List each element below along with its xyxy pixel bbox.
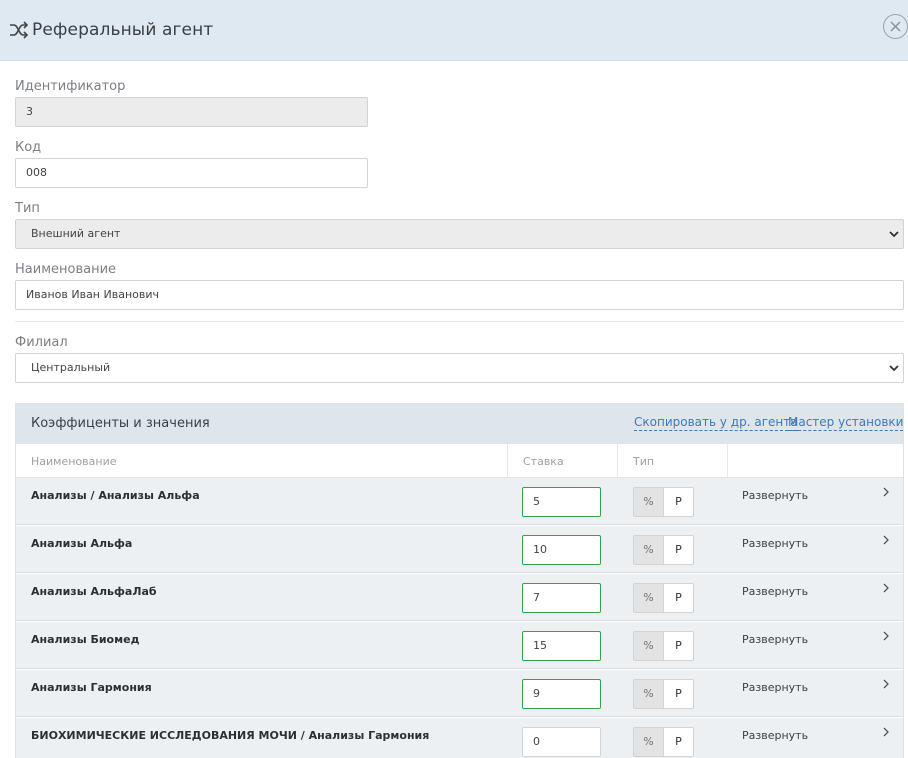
close-icon [890, 21, 901, 32]
percent-toggle-button[interactable]: % [633, 535, 664, 565]
rate-input[interactable]: 15 [522, 631, 601, 661]
row-name: Анализы Гармония [31, 681, 152, 694]
branch-select[interactable]: Центральный [15, 353, 904, 383]
percent-toggle-button[interactable]: % [633, 487, 664, 517]
ruble-toggle-button[interactable]: Р [663, 487, 694, 517]
panel-header: Коэффиценты и значения Скопировать у др.… [16, 404, 903, 444]
ruble-toggle-button[interactable]: Р [663, 727, 694, 757]
ruble-toggle-button[interactable]: Р [663, 535, 694, 565]
modal-header: Реферальный агент [0, 0, 908, 61]
id-field: 3 [15, 97, 368, 127]
branch-select-value: Центральный [31, 361, 111, 374]
setup-wizard-link[interactable]: Мастер установки [788, 415, 903, 431]
shuffle-icon [9, 21, 29, 39]
expand-link[interactable]: Развернуть [742, 633, 808, 646]
column-header-name: Наименование [31, 455, 117, 468]
rate-input[interactable]: 9 [522, 679, 601, 709]
table-row: Анализы Гармония 9 % Р Развернуть [16, 670, 903, 717]
chevron-right-icon[interactable] [882, 727, 890, 737]
chevron-down-icon [889, 365, 899, 372]
rate-input[interactable]: 5 [522, 487, 601, 517]
table-row: Анализы Биомед 15 % Р Развернуть [16, 622, 903, 669]
panel-title: Коэффиценты и значения [31, 416, 210, 431]
ruble-toggle-button[interactable]: Р [663, 631, 694, 661]
expand-link[interactable]: Развернуть [742, 729, 808, 742]
table-row: Анализы / Анализы Альфа 5 % Р Развернуть [16, 478, 903, 525]
ruble-toggle-button[interactable]: Р [663, 583, 694, 613]
divider [15, 321, 904, 322]
table-header: Наименование Ставка Тип [16, 444, 903, 478]
expand-link[interactable]: Развернуть [742, 681, 808, 694]
column-header-rate: Ставка [523, 455, 564, 468]
type-select[interactable]: Внешний агент [15, 219, 904, 249]
column-separator [617, 444, 618, 478]
row-name: Анализы АльфаЛаб [31, 585, 157, 598]
expand-link[interactable]: Развернуть [742, 489, 808, 502]
chevron-right-icon[interactable] [882, 583, 890, 593]
id-label: Идентификатор [15, 79, 126, 94]
close-button[interactable] [883, 14, 908, 39]
expand-link[interactable]: Развернуть [742, 585, 808, 598]
table-row: Анализы Альфа 10 % Р Развернуть [16, 526, 903, 573]
chevron-right-icon[interactable] [882, 535, 890, 545]
row-name: Анализы / Анализы Альфа [31, 489, 200, 502]
column-header-type: Тип [633, 455, 655, 468]
percent-toggle-button[interactable]: % [633, 583, 664, 613]
percent-toggle-button[interactable]: % [633, 631, 664, 661]
code-field[interactable]: 008 [15, 158, 368, 188]
row-name: Анализы Биомед [31, 633, 140, 646]
row-name: БИОХИМИЧЕСКИЕ ИССЛЕДОВАНИЯ МОЧИ / Анализ… [31, 729, 430, 742]
rate-input[interactable]: 7 [522, 583, 601, 613]
column-separator [727, 444, 728, 478]
code-label: Код [15, 140, 42, 155]
rate-input[interactable]: 10 [522, 535, 601, 565]
rate-input[interactable]: 0 [522, 727, 601, 757]
ruble-toggle-button[interactable]: Р [663, 679, 694, 709]
branch-label: Филиал [15, 335, 68, 350]
chevron-down-icon [889, 231, 899, 238]
name-label: Наименование [15, 262, 117, 277]
percent-toggle-button[interactable]: % [633, 727, 664, 757]
table-row: Анализы АльфаЛаб 7 % Р Развернуть [16, 574, 903, 621]
expand-link[interactable]: Развернуть [742, 537, 808, 550]
type-label: Тип [15, 201, 40, 216]
chevron-right-icon[interactable] [882, 631, 890, 641]
chevron-right-icon[interactable] [882, 679, 890, 689]
copy-from-agent-link[interactable]: Скопировать у др. агента [634, 415, 798, 431]
column-separator [507, 444, 508, 478]
modal-title: Реферальный агент [32, 20, 214, 40]
row-name: Анализы Альфа [31, 537, 133, 550]
type-select-value: Внешний агент [31, 227, 121, 240]
coefficients-panel: Коэффиценты и значения Скопировать у др.… [15, 403, 904, 758]
percent-toggle-button[interactable]: % [633, 679, 664, 709]
table-row: БИОХИМИЧЕСКИЕ ИССЛЕДОВАНИЯ МОЧИ / Анализ… [16, 718, 903, 758]
name-field[interactable]: Иванов Иван Иванович [15, 280, 904, 310]
chevron-right-icon[interactable] [882, 487, 890, 497]
